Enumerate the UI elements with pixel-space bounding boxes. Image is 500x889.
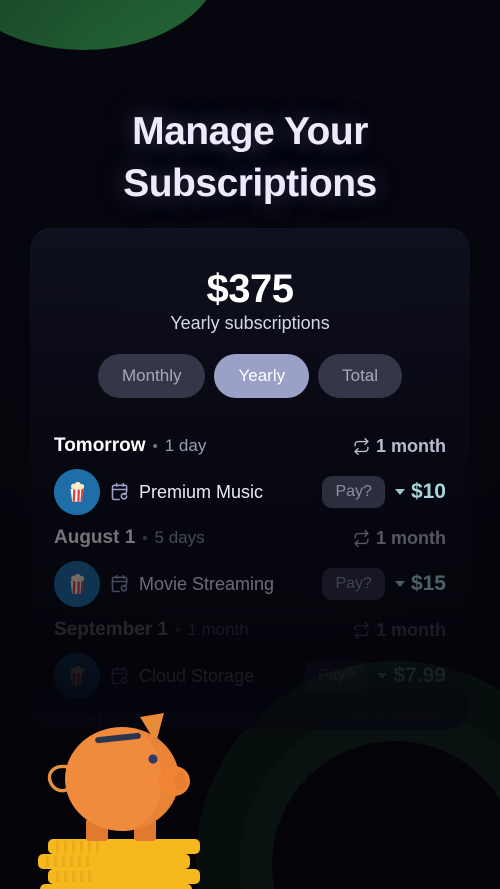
- total-amount: $375: [206, 267, 294, 311]
- subscription-group: Tomorrow • 1 day 1 month Premium Music P…: [48, 431, 452, 523]
- subscription-name: Premium Music: [139, 481, 264, 502]
- subscription-price-dropdown[interactable]: $10: [394, 480, 446, 504]
- repeat-icon: [353, 529, 370, 547]
- popcorn-icon: [54, 469, 100, 515]
- page-title-line-2: Subscriptions: [123, 162, 377, 205]
- popcorn-icon: [54, 653, 100, 699]
- chevron-down-icon: [377, 673, 388, 679]
- subscription-group-header: Tomorrow • 1 day 1 month: [48, 431, 452, 461]
- popcorn-icon: [54, 561, 100, 607]
- page-title: Manage Your Subscriptions: [0, 106, 500, 210]
- subscription-recurrence-block: 1 month: [353, 436, 446, 457]
- subscription-list: Tomorrow • 1 day 1 month Premium Music P…: [48, 431, 452, 729]
- pay-button[interactable]: Pay?: [322, 568, 385, 600]
- calendar-refresh-icon: [110, 666, 130, 686]
- period-option-total[interactable]: Total: [318, 354, 403, 398]
- period-option-monthly[interactable]: Monthly: [97, 354, 206, 398]
- subscription-info: Cloud Storage: [110, 666, 295, 687]
- subscription-recurrence-block: 1 month: [353, 528, 446, 549]
- page-title-line-1: Manage Your: [132, 110, 368, 153]
- repeat-icon: [353, 713, 370, 729]
- screen-content: Manage Your Subscriptions $375 Yearly su…: [0, 0, 500, 889]
- summary-card: $375 Yearly subscriptions Monthly Yearly…: [30, 228, 470, 729]
- subscription-date: September 1: [54, 619, 169, 640]
- subscription-group: September 1 • 1 month 1 month Cloud Stor…: [48, 615, 452, 707]
- separator-dot: •: [152, 438, 158, 455]
- subscription-info: Premium Music: [110, 482, 312, 503]
- subscription-price: $10: [410, 480, 446, 503]
- subscription-recurrence-label: 1 month: [376, 435, 446, 456]
- calendar-refresh-icon: [110, 482, 130, 502]
- subscription-info: Movie Streaming: [110, 574, 312, 595]
- subscription-date: August 1: [54, 527, 136, 548]
- subscription-row[interactable]: Movie Streaming Pay? $15: [48, 553, 452, 615]
- subscription-group-header: September 1 • 1 month 1 month: [48, 615, 452, 645]
- period-toggle: Monthly Yearly Total: [30, 354, 470, 398]
- subscription-recurrence-block: 1 month: [353, 620, 446, 641]
- calendar-refresh-icon: [110, 574, 130, 594]
- subscription-recurrence-label: 1 month: [376, 527, 446, 548]
- piggy-bank-icon: [22, 699, 252, 889]
- subscription-row[interactable]: Cloud Storage Pay? $7.99: [48, 645, 452, 707]
- subscription-price: $7.99: [393, 664, 446, 687]
- subscription-recurrence-label: 1 month: [376, 712, 446, 730]
- subscription-relative-time: 1 month: [187, 620, 249, 639]
- subscription-group-date-block: August 1 • 5 days: [54, 527, 205, 549]
- subscriptions-screen: Manage Your Subscriptions $375 Yearly su…: [0, 0, 500, 889]
- total-amount-caption: Yearly subscriptions: [170, 313, 330, 333]
- repeat-icon: [353, 437, 370, 455]
- separator-dot: •: [175, 622, 181, 639]
- subscription-relative-time: 1 day: [164, 436, 207, 455]
- chevron-down-icon: [394, 489, 405, 495]
- subscription-price-dropdown[interactable]: $7.99: [377, 664, 446, 688]
- subscription-date: Tomorrow: [54, 435, 146, 456]
- subscription-recurrence-label: 1 month: [376, 619, 446, 640]
- pay-button[interactable]: Pay?: [304, 660, 368, 692]
- subscription-row[interactable]: Premium Music Pay? $10: [48, 461, 452, 523]
- pay-button[interactable]: Pay?: [322, 476, 385, 508]
- separator-dot: •: [142, 530, 148, 547]
- subscription-group: August 1 • 5 days 1 month Movie Streamin…: [48, 523, 452, 615]
- subscription-price: $15: [410, 572, 446, 595]
- subscription-price-dropdown[interactable]: $15: [394, 572, 446, 596]
- subscription-group-header: August 1 • 5 days 1 month: [48, 523, 452, 553]
- subscription-recurrence-block: 1 month: [353, 712, 446, 730]
- subscription-group-date-block: Tomorrow • 1 day: [54, 435, 206, 457]
- subscription-name: Movie Streaming: [139, 573, 275, 594]
- subscription-name: Cloud Storage: [139, 665, 255, 686]
- subscription-group-date-block: September 1 • 1 month: [54, 619, 249, 641]
- subscription-relative-time: 5 days: [154, 528, 205, 547]
- repeat-icon: [353, 621, 370, 639]
- chevron-down-icon: [394, 581, 405, 587]
- period-option-yearly[interactable]: Yearly: [214, 354, 310, 398]
